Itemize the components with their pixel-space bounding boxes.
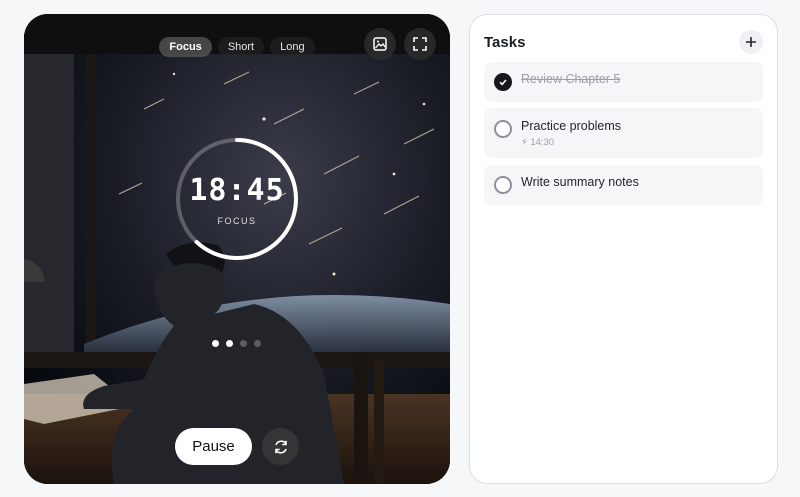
timer-display: 18:45 — [189, 172, 285, 208]
task-checkbox[interactable] — [494, 176, 512, 194]
pager-dot[interactable] — [254, 340, 261, 347]
reset-icon — [274, 439, 287, 454]
fullscreen-icon — [413, 37, 427, 51]
image-icon — [373, 37, 387, 51]
timer-ring: 18:45 FOCUS — [174, 136, 300, 262]
tab-long[interactable]: Long — [270, 37, 315, 57]
checkmark-icon — [499, 79, 507, 86]
task-item[interactable]: Write summary notes — [484, 165, 763, 205]
task-time: ⚡︎ 14:30 — [521, 137, 554, 148]
tasks-panel: Tasks Review Chapter 5 Practice problems… — [469, 14, 778, 484]
task-item[interactable]: Practice problems ⚡︎ 14:30 — [484, 108, 763, 158]
fullscreen-button[interactable] — [404, 28, 436, 60]
task-time-value: 14:30 — [530, 137, 555, 148]
tasks-title: Tasks — [484, 34, 526, 51]
tab-focus[interactable]: Focus — [159, 37, 212, 57]
pager-dot[interactable] — [226, 340, 233, 347]
task-item[interactable]: Review Chapter 5 — [484, 62, 763, 102]
timer-mode-label: FOCUS — [217, 215, 257, 226]
lightning-icon: ⚡︎ — [521, 137, 528, 148]
task-label: Review Chapter 5 — [521, 72, 621, 86]
plus-icon — [746, 37, 756, 47]
task-label: Practice problems — [521, 119, 622, 133]
tab-short[interactable]: Short — [217, 37, 265, 57]
task-checkbox[interactable] — [494, 120, 512, 138]
timer-card: Focus Short Long 18:45 FOCUS Pause — [24, 14, 450, 484]
pager-dot[interactable] — [240, 340, 247, 347]
pager-dot[interactable] — [212, 340, 219, 347]
background-pager — [212, 340, 261, 347]
add-task-button[interactable] — [739, 30, 763, 54]
task-checkbox[interactable] — [494, 73, 512, 91]
reset-button[interactable] — [262, 428, 299, 465]
change-background-button[interactable] — [364, 28, 396, 60]
pause-button[interactable]: Pause — [175, 428, 252, 465]
task-label: Write summary notes — [521, 175, 639, 189]
